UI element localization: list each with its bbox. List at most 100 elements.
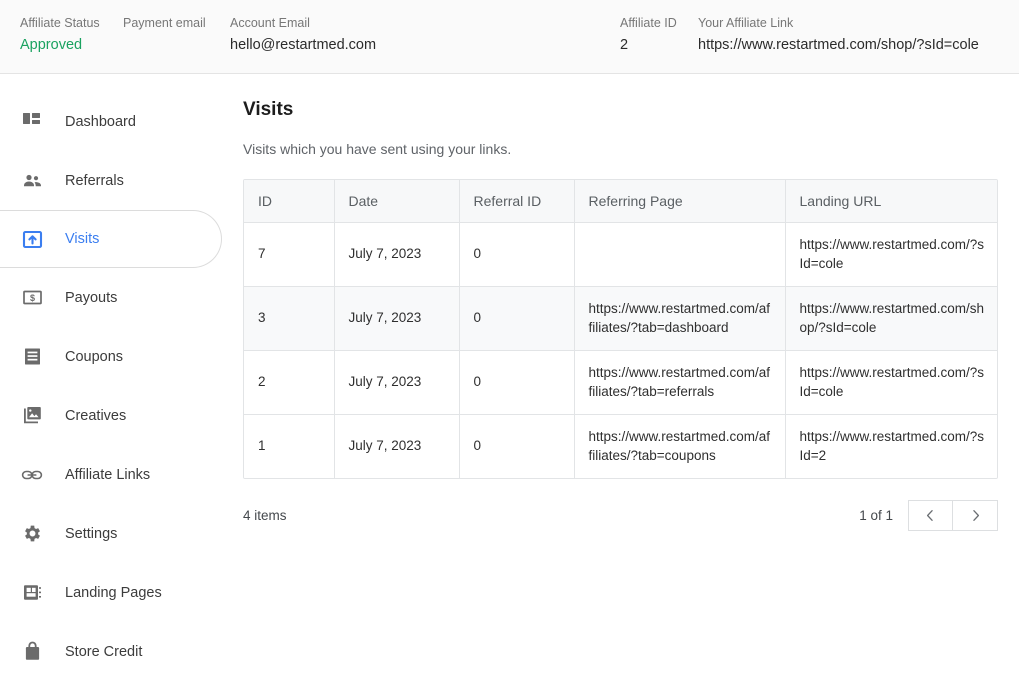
cell-referral-id: 0 xyxy=(459,286,575,351)
sidebar-item-referrals[interactable]: Referrals xyxy=(0,151,222,210)
receipt-icon xyxy=(21,346,43,368)
sidebar-item-settings[interactable]: Settings xyxy=(0,504,222,563)
svg-text:$: $ xyxy=(29,293,34,303)
cell-referring-page: https://www.restartmed.com/affiliates/?t… xyxy=(574,414,786,478)
image-stack-icon xyxy=(21,405,43,427)
affiliate-dashboard-app: Affiliate Status Approved Payment email … xyxy=(0,0,1019,694)
previous-page-button[interactable] xyxy=(908,500,953,531)
page-subtitle: Visits which you have sent using your li… xyxy=(243,141,512,157)
chevron-left-icon xyxy=(924,509,937,522)
money-bill-icon: $ xyxy=(21,287,43,309)
column-header-date[interactable]: Date xyxy=(334,180,460,223)
cell-referral-id: 0 xyxy=(459,414,575,478)
sidebar-item-label: Dashboard xyxy=(65,113,136,130)
cell-id: 1 xyxy=(244,414,335,478)
layout-page-icon xyxy=(21,582,43,604)
table-body: 7 July 7, 2023 0 https://www.restartmed.… xyxy=(244,222,997,478)
sidebar-nav: Dashboard Referrals Visits $ Payouts Cou… xyxy=(0,74,243,694)
cell-landing-url: https://www.restartmed.com/?sId=cole xyxy=(785,350,997,415)
pager-buttons xyxy=(908,500,998,531)
table-row: 7 July 7, 2023 0 https://www.restartmed.… xyxy=(244,222,997,287)
pager-controls: 1 of 1 xyxy=(859,500,998,531)
cell-referring-page xyxy=(574,222,786,287)
sidebar-item-label: Landing Pages xyxy=(65,584,162,601)
referring-page-url: https://www.restartmed.com/affiliates/?t… xyxy=(588,301,771,335)
affiliate-id-value: 2 xyxy=(620,37,629,53)
cell-landing-url: https://www.restartmed.com/shop/?sId=col… xyxy=(785,286,997,351)
page-body: Dashboard Referrals Visits $ Payouts Cou… xyxy=(0,74,1019,694)
sidebar-item-label: Settings xyxy=(65,525,118,542)
sidebar-item-label: Store Credit xyxy=(65,643,143,660)
payment-email-stat: Payment email xyxy=(123,16,230,54)
sidebar-item-label: Creatives xyxy=(65,407,127,424)
visits-table: ID Date Referral ID Referring Page Landi… xyxy=(244,180,997,478)
sidebar-item-label: Coupons xyxy=(65,348,124,365)
sidebar-item-affiliate-links[interactable]: Affiliate Links xyxy=(0,445,222,504)
affiliate-link-value[interactable]: https://www.restartmed.com/shop/?sId=col… xyxy=(698,37,979,54)
main-content: Visits Visits which you have sent using … xyxy=(243,74,1019,694)
export-box-icon xyxy=(21,228,43,250)
affiliate-status-stat: Affiliate Status Approved xyxy=(20,16,123,54)
shopping-bag-icon xyxy=(21,641,43,663)
visits-table-container: ID Date Referral ID Referring Page Landi… xyxy=(243,179,998,479)
chain-link-icon xyxy=(21,464,43,486)
table-row: 2 July 7, 2023 0 https://www.restartmed.… xyxy=(244,350,997,415)
cell-date: July 7, 2023 xyxy=(334,222,460,287)
cell-date: July 7, 2023 xyxy=(334,414,460,478)
gear-icon xyxy=(21,523,43,545)
column-header-landing-url[interactable]: Landing URL xyxy=(785,180,997,223)
account-email-label: Account Email xyxy=(230,16,310,30)
column-header-referring-page[interactable]: Referring Page xyxy=(574,180,786,223)
payment-email-label: Payment email xyxy=(123,16,206,30)
column-header-referral-id[interactable]: Referral ID xyxy=(459,180,575,223)
affiliate-link-label: Your Affiliate Link xyxy=(698,16,794,30)
people-icon xyxy=(21,170,43,192)
landing-url: https://www.restartmed.com/shop/?sId=col… xyxy=(799,301,985,335)
column-header-id[interactable]: ID xyxy=(244,180,335,223)
sidebar-item-label: Visits xyxy=(65,231,100,247)
cell-id: 3 xyxy=(244,286,335,351)
table-row: 3 July 7, 2023 0 https://www.restartmed.… xyxy=(244,286,997,351)
cell-referring-page: https://www.restartmed.com/affiliates/?t… xyxy=(574,286,786,351)
cell-landing-url: https://www.restartmed.com/?sId=2 xyxy=(785,414,997,478)
sidebar-item-coupons[interactable]: Coupons xyxy=(0,327,222,386)
page-title: Visits xyxy=(243,99,294,120)
summary-right-group: Affiliate ID 2 Your Affiliate Link https… xyxy=(620,16,979,54)
cell-id: 2 xyxy=(244,350,335,415)
sidebar-item-label: Referrals xyxy=(65,172,124,189)
cell-referral-id: 0 xyxy=(459,222,575,287)
cell-referring-page: https://www.restartmed.com/affiliates/?t… xyxy=(574,350,786,415)
cell-date: July 7, 2023 xyxy=(334,350,460,415)
chevron-right-icon xyxy=(969,509,982,522)
sidebar-item-dashboard[interactable]: Dashboard xyxy=(0,92,222,151)
referring-page-url: https://www.restartmed.com/affiliates/?t… xyxy=(588,429,771,463)
sidebar-item-label: Affiliate Links xyxy=(65,466,151,483)
dashboard-grid-icon xyxy=(21,111,43,133)
referring-page-url: https://www.restartmed.com/affiliates/?t… xyxy=(588,365,771,399)
sidebar-item-payouts[interactable]: $ Payouts xyxy=(0,268,222,327)
cell-landing-url: https://www.restartmed.com/?sId=cole xyxy=(785,222,997,287)
account-email-stat: Account Email hello@restartmed.com xyxy=(230,16,376,54)
summary-left-group: Affiliate Status Approved Payment email … xyxy=(0,16,376,54)
cell-referral-id: 0 xyxy=(459,350,575,415)
sidebar-item-creatives[interactable]: Creatives xyxy=(0,386,222,445)
landing-url: https://www.restartmed.com/?sId=2 xyxy=(799,429,985,463)
next-page-button[interactable] xyxy=(953,500,998,531)
items-count-label: 4 items xyxy=(243,508,287,523)
affiliate-status-label: Affiliate Status xyxy=(20,16,100,30)
landing-url: https://www.restartmed.com/?sId=cole xyxy=(799,237,985,271)
pagination-bar: 4 items 1 of 1 xyxy=(243,500,998,531)
affiliate-status-value: Approved xyxy=(20,37,83,53)
sidebar-item-store-credit[interactable]: Store Credit xyxy=(0,622,222,681)
affiliate-link-stat: Your Affiliate Link https://www.restartm… xyxy=(698,16,979,54)
sidebar-item-landing-pages[interactable]: Landing Pages xyxy=(0,563,222,622)
account-email-value: hello@restartmed.com xyxy=(230,37,377,53)
cell-id: 7 xyxy=(244,222,335,287)
page-indicator: 1 of 1 xyxy=(859,508,893,523)
affiliate-summary-bar: Affiliate Status Approved Payment email … xyxy=(0,0,1019,74)
table-row: 1 July 7, 2023 0 https://www.restartmed.… xyxy=(244,414,997,478)
sidebar-item-visits[interactable]: Visits xyxy=(0,210,222,268)
cell-date: July 7, 2023 xyxy=(334,286,460,351)
sidebar-item-label: Payouts xyxy=(65,289,118,306)
table-header-row: ID Date Referral ID Referring Page Landi… xyxy=(244,180,997,223)
